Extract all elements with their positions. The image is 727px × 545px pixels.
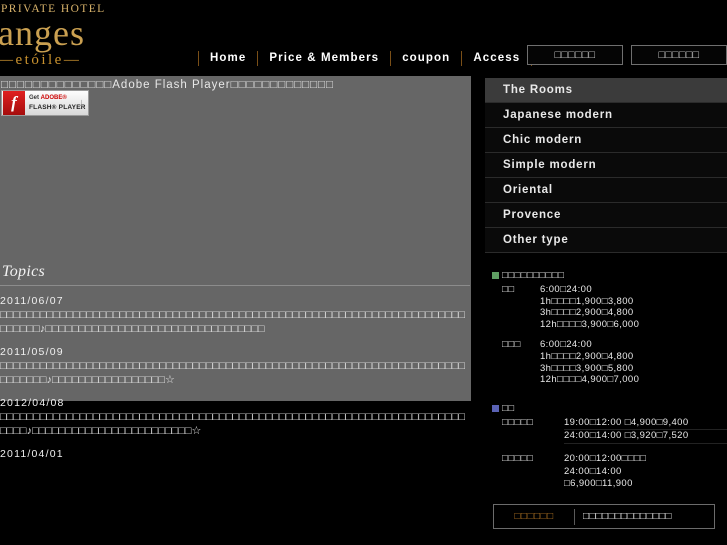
site-logo[interactable]: PRIVATE HOTEL anges —etóile— xyxy=(0,2,180,70)
download-arrow-icon: ↓ xyxy=(78,97,85,109)
price-section-heading: □□ xyxy=(492,403,727,414)
price-line: 24:00□14:00 □3,920□7,520 xyxy=(564,430,727,444)
flash-logo-icon: f xyxy=(3,91,25,115)
sidebar-item-other-type[interactable]: Other type xyxy=(485,228,727,253)
price-line: 3h□□□□3,900□5,800 xyxy=(540,362,634,374)
price-group-label: □□ xyxy=(502,284,515,295)
price-line: □6,900□11,900 xyxy=(564,478,633,490)
price-group-lines: 19:00□12:00 □4,900□9,400 24:00□14:00 □3,… xyxy=(564,417,727,444)
main-navigation: Home Price & Members coupon Access xyxy=(196,46,534,70)
sidebar-item-provence[interactable]: Provence xyxy=(485,203,727,228)
price-group-label: □□□□□ xyxy=(502,452,534,464)
price-line: 3h□□□□2,900□4,800 xyxy=(540,307,634,319)
price-group: □□□□□ 20:00□12:00□□□□ 24:00□14:00 □6,900… xyxy=(492,453,727,491)
price-heading-label: □□ xyxy=(502,402,515,414)
topic-body: □□□□□□□□□□□□□□□□□□□□□□□□□□□□□□□□□□□□□□□□… xyxy=(0,309,466,335)
header-button-1[interactable]: □□□□□□ xyxy=(527,45,623,65)
price-group-lines: 6:00□24:00 1h□□□□2,900□4,800 3h□□□□3,900… xyxy=(540,339,727,385)
sidebar-item-japanese-modern[interactable]: Japanese modern xyxy=(485,103,727,128)
nav-item-access[interactable]: Access xyxy=(464,50,529,66)
nav-separator xyxy=(257,50,259,66)
header-button-group: □□□□□□ □□□□□□ xyxy=(527,45,727,65)
nav-separator xyxy=(198,50,199,66)
site-header: PRIVATE HOTEL anges —etóile— Home Price … xyxy=(0,0,727,76)
topic-body: □□□□□□□□□□□□□□□□□□□□□□□□□□□□□□□□□□□□□□□□… xyxy=(0,360,466,386)
topic-date: 2012/04/08 xyxy=(0,397,65,409)
price-line: 12h□□□□3,900□6,000 xyxy=(540,318,640,330)
price-group-label: □□□ xyxy=(502,339,521,351)
price-line: 19:00□12:00 □4,900□9,400 xyxy=(564,417,727,431)
right-sidebar: The Rooms Japanese modern Chic modern Si… xyxy=(485,78,727,545)
price-line: 12h□□□□4,900□7,000 xyxy=(540,374,640,386)
sidebar-item-the-rooms[interactable]: The Rooms xyxy=(485,78,727,103)
topics-section: Topics 2011/06/07 □□□□□□□□□□□□□□□□□□□□□□… xyxy=(0,263,471,470)
logo-subtitle: —etóile— xyxy=(0,52,82,68)
flash-notice-product: Adobe Flash Player xyxy=(112,79,231,91)
flash-badge-line2: FLASH® PLAYER xyxy=(29,104,86,111)
sidebar-search-label: □□□□□□ xyxy=(514,511,554,522)
blue-square-bullet-icon xyxy=(492,404,499,412)
flash-badge-line1: Get ADOBE® xyxy=(29,94,86,103)
price-line: 1h□□□□2,900□4,800 xyxy=(540,350,634,362)
price-section-heading: □□□□□□□□□□ xyxy=(492,270,727,281)
get-flash-player-badge[interactable]: f Get ADOBE® FLASH® PLAYER ↓ xyxy=(1,90,89,116)
flash-badge-get: Get xyxy=(29,95,41,101)
topic-entry: 2012/04/08 □□□□□□□□□□□□□□□□□□□□□□□□□□□□□… xyxy=(0,397,471,438)
topic-date: 2011/05/09 xyxy=(0,346,64,358)
rooms-menu: The Rooms Japanese modern Chic modern Si… xyxy=(485,78,727,253)
logo-wordmark: anges xyxy=(0,13,85,53)
header-button-2[interactable]: □□□□□□ xyxy=(631,45,727,65)
price-line: 24:00□14:00 xyxy=(564,465,622,477)
price-group-lines: 6:00□24:00 1h□□□□1,900□3,800 3h□□□□2,900… xyxy=(540,284,727,330)
green-square-bullet-icon xyxy=(492,272,499,279)
sidebar-search-input[interactable]: □□□□□□□□□□□□□□ xyxy=(575,511,714,522)
price-line: 20:00□12:00□□□□ xyxy=(564,452,647,464)
topics-divider xyxy=(0,285,470,286)
price-group: □□□ 6:00□24:00 1h□□□□2,900□4,800 3h□□□□3… xyxy=(492,339,727,385)
nav-item-home[interactable]: Home xyxy=(201,50,255,66)
price-line: 1h□□□□1,900□3,800 xyxy=(540,295,634,307)
price-group-lines: 20:00□12:00□□□□ 24:00□14:00 □6,900□11,90… xyxy=(564,453,727,491)
flash-badge-text: Get ADOBE® FLASH® PLAYER xyxy=(29,94,86,112)
nav-item-price-members[interactable]: Price & Members xyxy=(260,50,388,66)
flash-notice-suffix: □□□□□□□□□□□□□ xyxy=(230,79,334,91)
nav-item-coupon[interactable]: coupon xyxy=(393,50,459,66)
topics-title: Topics xyxy=(2,263,46,280)
price-line: 6:00□24:00 xyxy=(540,339,593,351)
topic-body: □□□□□□□□□□□□□□□□□□□□□□□□□□□□□□□□□□□□□□□□… xyxy=(0,411,466,437)
flash-badge-brand: ADOBE® xyxy=(40,95,67,101)
sidebar-search-box[interactable]: □□□□□□ □□□□□□□□□□□□□□ xyxy=(493,504,715,529)
sidebar-item-simple-modern[interactable]: Simple modern xyxy=(485,153,727,178)
sidebar-item-oriental[interactable]: Oriental xyxy=(485,178,727,203)
price-heading-label: □□□□□□□□□□ xyxy=(502,270,565,281)
topic-date: 2011/04/01 xyxy=(0,448,64,460)
topic-entry: 2011/05/09 □□□□□□□□□□□□□□□□□□□□□□□□□□□□□… xyxy=(0,346,471,387)
nav-separator xyxy=(461,50,463,66)
sidebar-item-chic-modern[interactable]: Chic modern xyxy=(485,128,727,153)
topic-entry: 2011/04/01 xyxy=(0,448,471,460)
price-group: □□□□□ 19:00□12:00 □4,900□9,400 24:00□14:… xyxy=(492,417,727,444)
price-group-label: □□□□□ xyxy=(502,416,534,428)
nav-separator xyxy=(390,50,392,66)
topic-date: 2011/06/07 xyxy=(0,295,64,307)
price-section-rest: □□□□□□□□□□ □□ 6:00□24:00 1h□□□□1,900□3,8… xyxy=(485,270,727,386)
topic-entry: 2011/06/07 □□□□□□□□□□□□□□□□□□□□□□□□□□□□□… xyxy=(0,295,471,336)
price-line: 6:00□24:00 xyxy=(540,284,593,295)
price-group: □□ 6:00□24:00 1h□□□□1,900□3,800 3h□□□□2,… xyxy=(492,284,727,330)
price-section-stay: □□ □□□□□ 19:00□12:00 □4,900□9,400 24:00□… xyxy=(485,403,727,491)
